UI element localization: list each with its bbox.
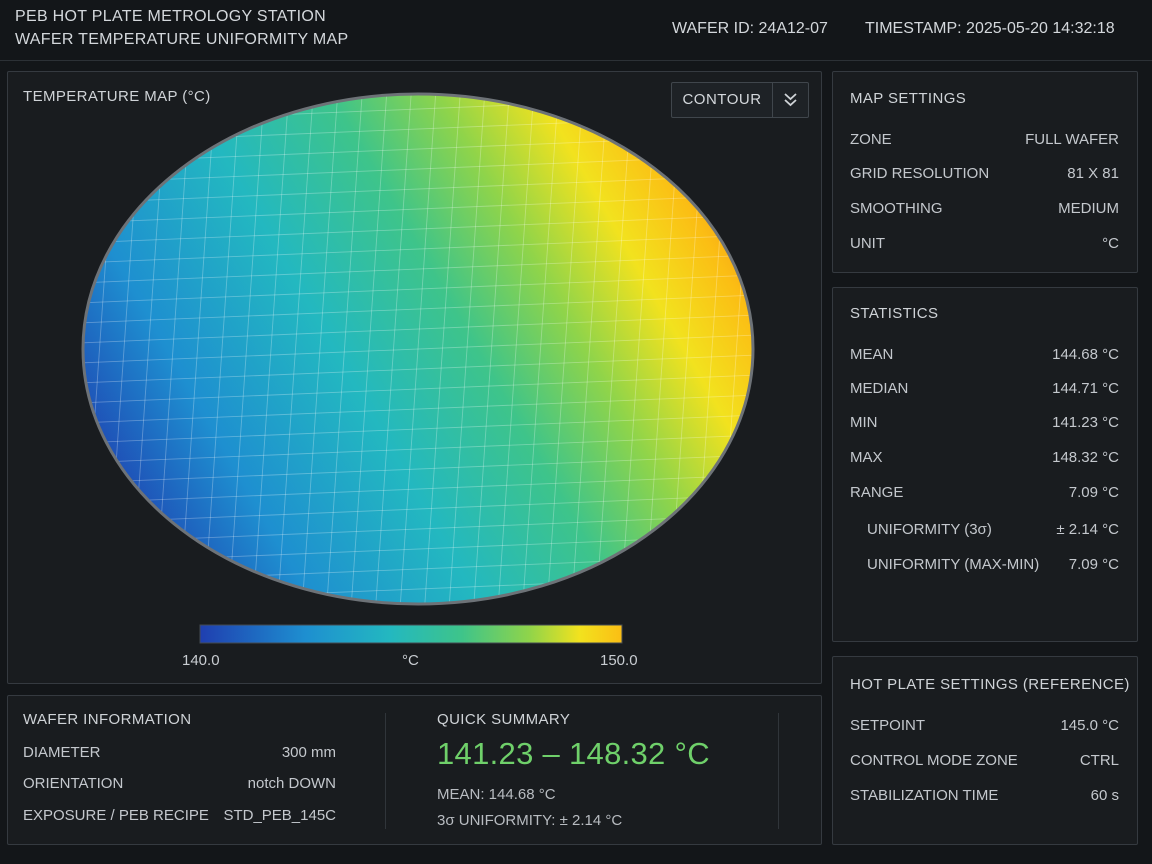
hot-plate-label: SETPOINT	[850, 717, 926, 734]
stat-label: UNIFORMITY (MAX-MIN)	[867, 556, 1040, 573]
summary-uniformity: 3σ UNIFORMITY: ± 2.14 °C	[437, 812, 623, 829]
hot-plate-settings-panel: HOT PLATE SETTINGS (REFERENCE) SETPOINT …	[832, 656, 1138, 845]
hot-plate-title: HOT PLATE SETTINGS (REFERENCE)	[850, 676, 1130, 693]
view-mode-dropdown[interactable]: CONTOUR	[671, 82, 809, 118]
stat-label: MAX	[850, 449, 883, 466]
colorbar-max-label: 150.0	[600, 652, 638, 669]
stat-value: ± 2.14 °C	[1056, 521, 1119, 538]
map-settings-panel: MAP SETTINGS ZONE FULL WAFER GRID RESOLU…	[832, 71, 1138, 273]
stat-label: UNIFORMITY (3σ)	[867, 521, 992, 538]
color-bar	[199, 624, 623, 644]
setting-label: ZONE	[850, 131, 892, 148]
hot-plate-value: 60 s	[1090, 787, 1119, 804]
stat-value: 144.68 °C	[1052, 346, 1119, 363]
map-subtitle: WAFER TEMPERATURE UNIFORMITY MAP	[15, 31, 349, 48]
setting-value: FULL WAFER	[1025, 131, 1119, 148]
hot-plate-label: CONTROL MODE ZONE	[850, 752, 1018, 769]
stat-value: 141.23 °C	[1052, 414, 1119, 431]
chevron-down-icon[interactable]	[773, 83, 808, 117]
summary-mean: MEAN: 144.68 °C	[437, 786, 556, 803]
wafer-info-label: ORIENTATION	[23, 775, 124, 792]
wafer-info-label: DIAMETER	[23, 744, 101, 761]
wafer-info-value: STD_PEB_145C	[223, 807, 336, 824]
temperature-range: 141.23 – 148.32 °C	[437, 736, 710, 771]
map-settings-title: MAP SETTINGS	[850, 90, 967, 107]
wafer-info-value: 300 mm	[281, 744, 336, 761]
setting-label: UNIT	[850, 235, 885, 252]
setting-value: MEDIUM	[1058, 200, 1119, 217]
colorbar-unit-label: °C	[402, 652, 419, 669]
stat-label: MEAN	[850, 346, 894, 363]
wafer-id: WAFER ID: 24A12-07	[672, 20, 828, 37]
stat-value: 148.32 °C	[1052, 449, 1119, 466]
section-divider	[778, 713, 779, 829]
section-divider	[385, 713, 386, 829]
app-header: PEB HOT PLATE METROLOGY STATION WAFER TE…	[0, 0, 1152, 61]
hot-plate-value: CTRL	[1079, 752, 1119, 769]
setting-label: SMOOTHING	[850, 200, 943, 217]
quick-summary-title: QUICK SUMMARY	[437, 711, 571, 728]
stat-value: 7.09 °C	[1068, 484, 1119, 501]
view-mode-label: CONTOUR	[672, 83, 773, 117]
setting-value: °C	[1102, 235, 1119, 252]
setting-label: GRID RESOLUTION	[850, 165, 990, 182]
timestamp: TIMESTAMP: 2025-05-20 14:32:18	[865, 20, 1115, 37]
hot-plate-label: STABILIZATION TIME	[850, 787, 999, 804]
stat-label: RANGE	[850, 484, 904, 501]
wafer-info-label: EXPOSURE / PEB RECIPE	[23, 807, 209, 824]
stat-value: 7.09 °C	[1068, 556, 1119, 573]
stat-label: MIN	[850, 414, 878, 431]
wafer-info-value: notch DOWN	[247, 775, 336, 792]
station-title: PEB HOT PLATE METROLOGY STATION	[15, 8, 326, 25]
temperature-map-panel: TEMPERATURE MAP (°C) CONTOUR 140.0 °C 15…	[7, 71, 822, 684]
statistics-panel: STATISTICS MEAN 144.68 °C MEDIAN 144.71 …	[832, 287, 1138, 642]
hot-plate-value: 145.0 °C	[1060, 717, 1119, 734]
statistics-title: STATISTICS	[850, 305, 939, 322]
map-title: TEMPERATURE MAP (°C)	[23, 88, 211, 105]
stat-label: MEDIAN	[850, 380, 909, 397]
setting-value: 81 X 81	[1067, 165, 1119, 182]
wafer-info-title: WAFER INFORMATION	[23, 711, 192, 728]
wafer-map[interactable]	[8, 72, 821, 683]
wafer-information-panel: WAFER INFORMATION DIAMETER 300 mm ORIENT…	[7, 695, 822, 845]
colorbar-min-label: 140.0	[182, 652, 220, 669]
stat-value: 144.71 °C	[1052, 380, 1119, 397]
